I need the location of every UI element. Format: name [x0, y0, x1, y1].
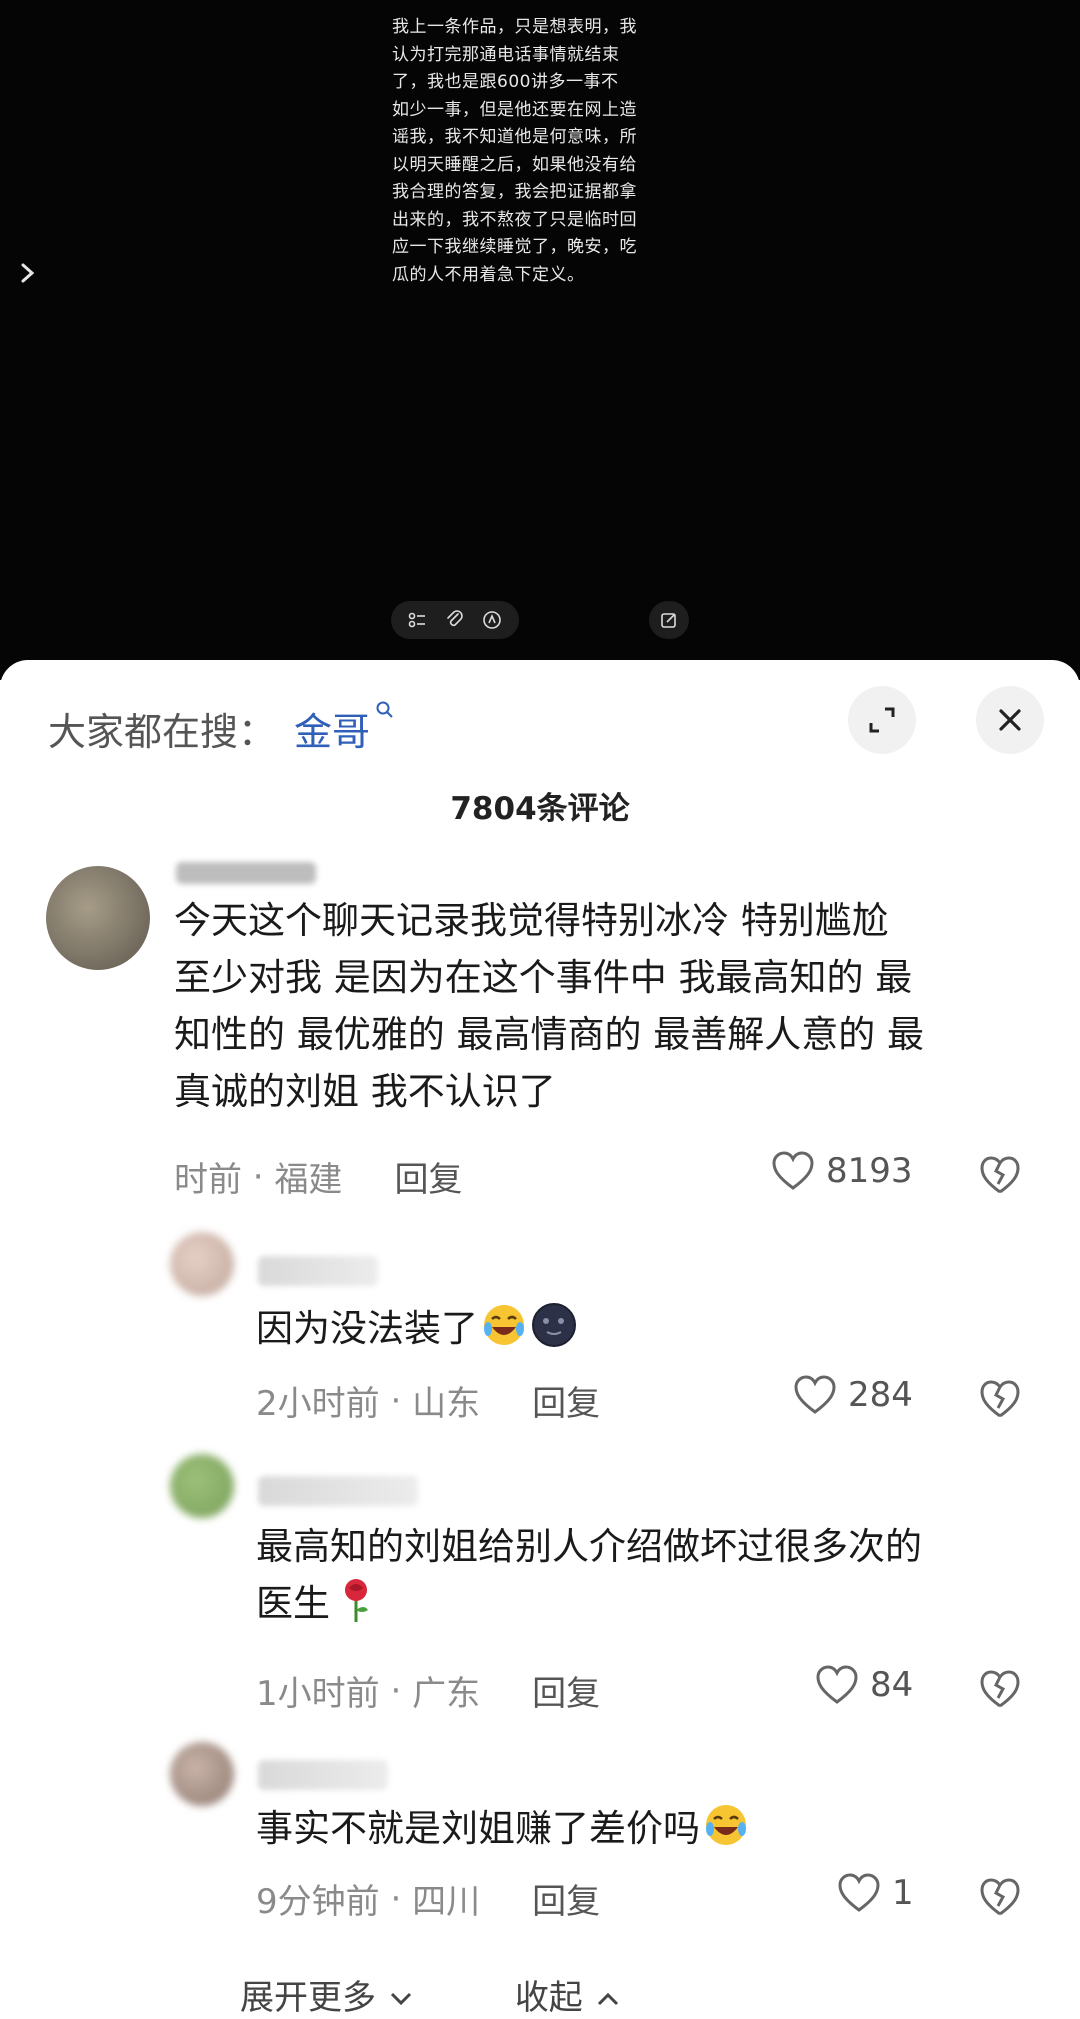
heart-icon	[816, 1665, 858, 1704]
comment-meta: 时前 · 福建 回复	[174, 1152, 462, 1201]
close-button[interactable]	[976, 686, 1044, 754]
close-icon	[999, 709, 1021, 731]
reply-button[interactable]: 回复	[532, 1874, 600, 1923]
like-button[interactable]: 8193	[770, 1150, 913, 1192]
comment-meta: 2小时前 · 山东 回复	[256, 1376, 600, 1425]
trending-search[interactable]: 大家都在搜： 金哥	[48, 698, 396, 758]
dark-moon-emoji	[532, 1303, 576, 1347]
reply-button[interactable]: 回复	[394, 1152, 462, 1201]
comment-text: 今天这个聊天记录我觉得特别冰冷 特别尴尬 至少对我 是因为在这个事件中 我最高知…	[174, 899, 925, 1113]
comment-text: 最高知的刘姐给别人介绍做坏过很多次的 医生	[256, 1525, 922, 1625]
dislike-icon[interactable]	[978, 1668, 1022, 1710]
edit-button[interactable]	[649, 601, 689, 639]
trending-search-label: 大家都在搜：	[48, 709, 277, 754]
checklist-icon[interactable]	[407, 609, 429, 631]
expand-button[interactable]	[848, 686, 916, 754]
trending-search-term[interactable]: 金哥	[294, 701, 396, 756]
like-button[interactable]: 284	[792, 1374, 913, 1416]
avatar[interactable]	[170, 1742, 234, 1806]
note-text: 我上一条作品，只是想表明，我 认为打完那通电话事情就结束 了，我也是跟600讲多…	[392, 17, 637, 285]
rose-emoji	[345, 1579, 368, 1622]
dislike-icon[interactable]	[978, 1378, 1022, 1420]
expand-icon	[869, 707, 895, 733]
chevron-up-icon	[597, 1992, 618, 2006]
laughing-crying-emoji	[484, 1305, 524, 1345]
search-icon	[376, 701, 393, 718]
dislike-icon[interactable]	[978, 1154, 1022, 1196]
like-count: 284	[848, 1375, 913, 1415]
pen-circle-icon[interactable]	[481, 609, 503, 631]
comment-count: 7804条评论	[450, 791, 630, 827]
avatar[interactable]	[170, 1454, 234, 1518]
chevron-right-icon[interactable]	[18, 258, 40, 288]
expand-more-button[interactable]: 展开更多	[240, 1970, 415, 2019]
comment-username[interactable]	[176, 862, 316, 884]
comment-sheet: 大家都在搜： 金哥 7804条评论 今天这个聊天记录我觉得特别冰冷 特别尴尬 至…	[0, 660, 1080, 2018]
comment-username[interactable]	[258, 1256, 378, 1286]
paperclip-icon[interactable]	[444, 609, 466, 631]
laughing-crying-emoji	[706, 1805, 746, 1845]
reply-controls: 展开更多 收起	[240, 1970, 622, 2019]
heart-icon	[772, 1151, 814, 1190]
comment-text: 事实不就是刘姐赚了差价吗	[256, 1800, 750, 1857]
video-area[interactable]: 我上一条作品，只是想表明，我 认为打完那通电话事情就结束 了，我也是跟600讲多…	[0, 0, 1080, 680]
comment-username[interactable]	[258, 1476, 418, 1506]
like-count: 1	[892, 1873, 914, 1913]
edit-icon	[661, 613, 676, 628]
heart-icon	[794, 1375, 836, 1414]
chevron-down-icon	[390, 1992, 411, 2006]
comment-meta: 1小时前 · 广东 回复	[256, 1666, 600, 1715]
dislike-icon[interactable]	[978, 1876, 1022, 1918]
note-toolbar	[391, 601, 519, 639]
heart-icon	[838, 1873, 880, 1912]
like-button[interactable]: 1	[836, 1872, 914, 1914]
like-count: 8193	[826, 1151, 913, 1191]
reply-button[interactable]: 回复	[532, 1666, 600, 1715]
comment-username[interactable]	[258, 1760, 388, 1790]
like-button[interactable]: 84	[814, 1664, 913, 1706]
comment-text: 因为没法装了	[256, 1300, 578, 1357]
collapse-button[interactable]: 收起	[515, 1970, 622, 2019]
reply-button[interactable]: 回复	[532, 1376, 600, 1425]
avatar[interactable]	[46, 866, 150, 970]
like-count: 84	[870, 1665, 914, 1705]
comment-meta: 9分钟前 · 四川 回复	[256, 1874, 600, 1923]
avatar[interactable]	[170, 1232, 234, 1296]
